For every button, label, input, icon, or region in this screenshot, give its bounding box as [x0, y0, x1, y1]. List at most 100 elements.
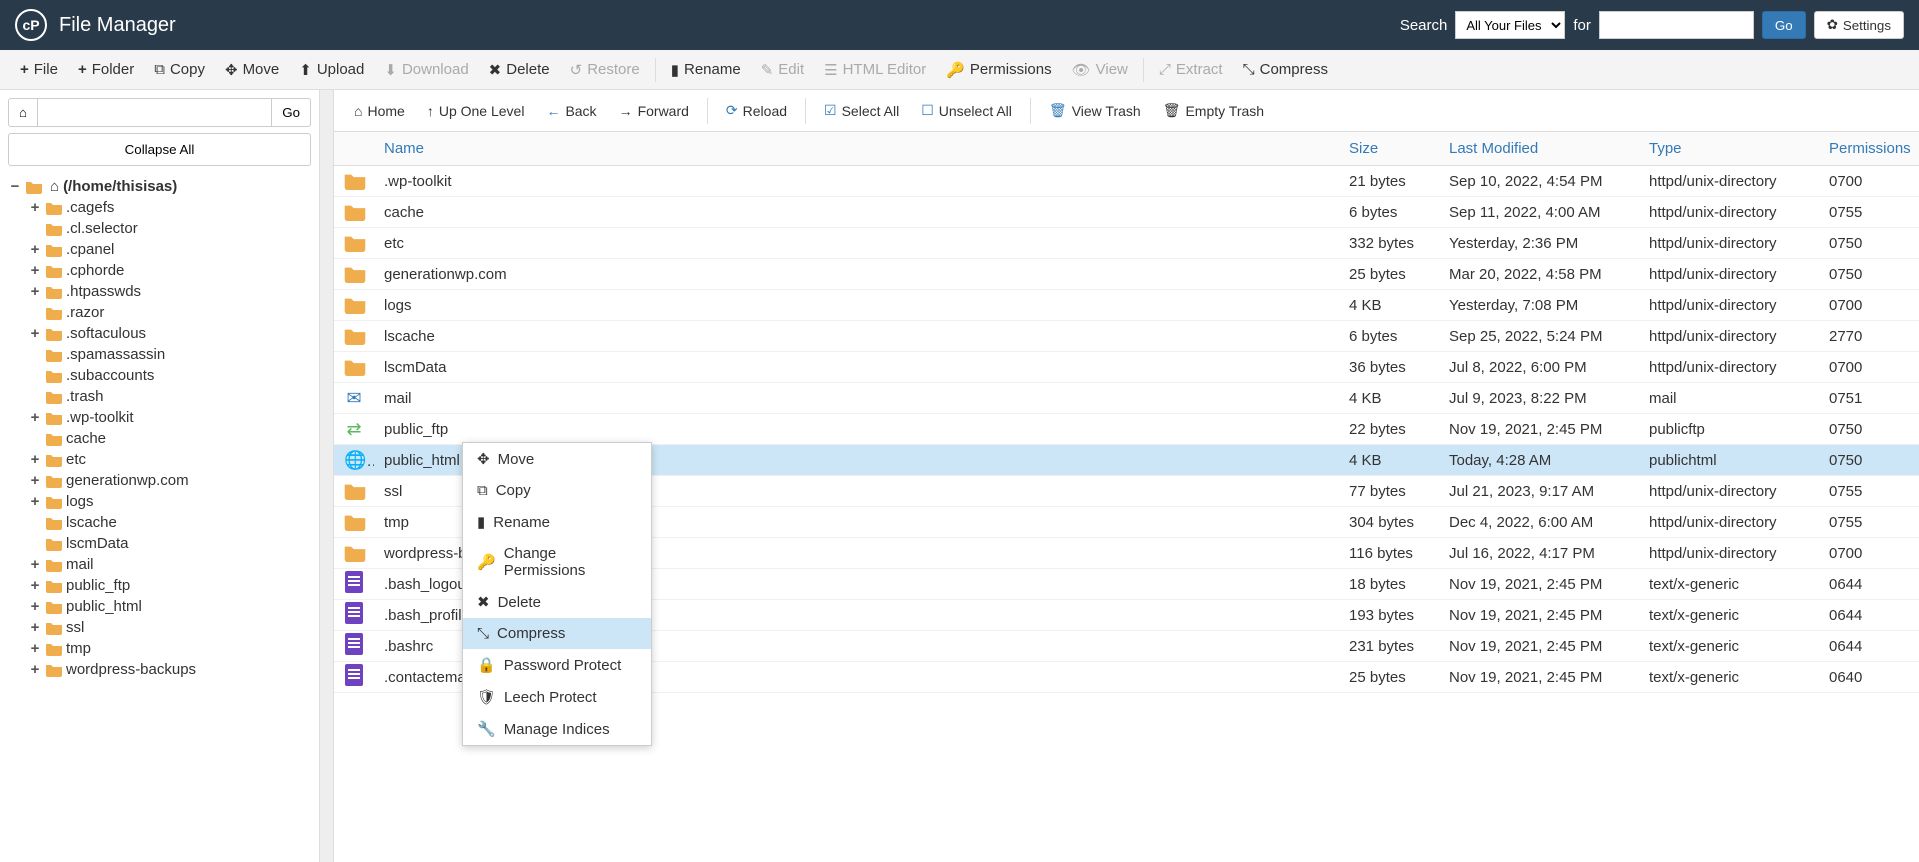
- expand-icon[interactable]: +: [28, 241, 42, 258]
- table-row[interactable]: ⇄public_ftp22 bytesNov 19, 2021, 2:45 PM…: [334, 414, 1919, 445]
- tree-node[interactable]: .trash: [28, 386, 311, 407]
- tree-node[interactable]: +ssl: [28, 617, 311, 638]
- nav-back-button[interactable]: ←Back: [536, 97, 606, 125]
- view-button[interactable]: 👁View: [1062, 56, 1138, 84]
- move-button[interactable]: ✥Move: [215, 56, 289, 84]
- tree-node[interactable]: +.cagefs: [28, 197, 311, 218]
- ctx-move[interactable]: ✥Move: [463, 443, 651, 475]
- tree-node[interactable]: +public_ftp: [28, 575, 311, 596]
- folder-icon: [46, 432, 62, 446]
- ctx-change-permissions[interactable]: 🔑Change Permissions: [463, 538, 651, 586]
- expand-icon[interactable]: +: [28, 451, 42, 468]
- search-input[interactable]: [1599, 11, 1754, 39]
- select-all-button[interactable]: ☑Select All: [814, 96, 909, 125]
- expand-icon[interactable]: +: [28, 661, 42, 678]
- expand-icon[interactable]: +: [28, 619, 42, 636]
- expand-icon[interactable]: +: [28, 199, 42, 216]
- download-button[interactable]: ⬇Download: [374, 56, 478, 84]
- edit-button[interactable]: ✎Edit: [751, 56, 814, 84]
- nav-up-button[interactable]: ↑Up One Level: [417, 97, 535, 125]
- restore-button[interactable]: ↺Restore: [560, 56, 650, 84]
- expand-icon[interactable]: +: [28, 493, 42, 510]
- ctx-copy[interactable]: ⧉Copy: [463, 475, 651, 506]
- table-row[interactable]: etc332 bytesYesterday, 2:36 PMhttpd/unix…: [334, 228, 1919, 259]
- file-modified: Jul 9, 2023, 8:22 PM: [1439, 386, 1639, 411]
- reload-button[interactable]: ⟳Reload: [716, 96, 797, 125]
- path-go-button[interactable]: Go: [271, 98, 311, 127]
- nav-forward-button[interactable]: →Forward: [609, 97, 699, 125]
- tree-node[interactable]: +public_html: [28, 596, 311, 617]
- tree-node[interactable]: +.htpasswds: [28, 281, 311, 302]
- tree-node[interactable]: +etc: [28, 449, 311, 470]
- col-permissions[interactable]: Permissions: [1819, 132, 1919, 165]
- new-file-button[interactable]: +File: [10, 56, 68, 83]
- nav-home-button[interactable]: ⌂Home: [344, 97, 415, 125]
- table-row[interactable]: cache6 bytesSep 11, 2022, 4:00 AMhttpd/u…: [334, 197, 1919, 228]
- expand-icon[interactable]: +: [28, 556, 42, 573]
- tree-node[interactable]: lscache: [28, 512, 311, 533]
- tree-node[interactable]: +tmp: [28, 638, 311, 659]
- ctx-leech-protect[interactable]: 🛡Leech Protect: [463, 681, 651, 713]
- view-trash-button[interactable]: 🗑View Trash: [1039, 96, 1151, 125]
- tree-node[interactable]: .spamassassin: [28, 344, 311, 365]
- tree-node[interactable]: +mail: [28, 554, 311, 575]
- tree-node[interactable]: .subaccounts: [28, 365, 311, 386]
- table-row[interactable]: generationwp.com25 bytesMar 20, 2022, 4:…: [334, 259, 1919, 290]
- expand-icon[interactable]: +: [28, 325, 42, 342]
- search-scope-select[interactable]: All Your Files: [1455, 11, 1565, 39]
- delete-button[interactable]: ✖Delete: [479, 56, 560, 84]
- settings-button[interactable]: ✿ Settings: [1814, 11, 1904, 39]
- tree-node[interactable]: lscmData: [28, 533, 311, 554]
- tree-node[interactable]: .cl.selector: [28, 218, 311, 239]
- empty-trash-button[interactable]: 🗑Empty Trash: [1153, 96, 1274, 125]
- tree-node[interactable]: +.cphorde: [28, 260, 311, 281]
- tree-node[interactable]: +generationwp.com: [28, 470, 311, 491]
- tree-node[interactable]: +.cpanel: [28, 239, 311, 260]
- expand-icon[interactable]: +: [28, 640, 42, 657]
- expand-icon[interactable]: +: [28, 409, 42, 426]
- ctx-rename[interactable]: ▮Rename: [463, 506, 651, 538]
- splitter[interactable]: [320, 90, 334, 862]
- expand-icon[interactable]: +: [28, 577, 42, 594]
- table-row[interactable]: ✉mail4 KBJul 9, 2023, 8:22 PMmail0751: [334, 383, 1919, 414]
- table-row[interactable]: lscache6 bytesSep 25, 2022, 5:24 PMhttpd…: [334, 321, 1919, 352]
- col-name[interactable]: Name: [374, 132, 1339, 165]
- table-row[interactable]: .wp-toolkit21 bytesSep 10, 2022, 4:54 PM…: [334, 166, 1919, 197]
- html-editor-button[interactable]: ☰HTML Editor: [814, 56, 936, 84]
- ctx-delete[interactable]: ✖Delete: [463, 586, 651, 618]
- collapse-icon[interactable]: −: [8, 178, 22, 195]
- expand-icon[interactable]: +: [28, 283, 42, 300]
- file-size: 4 KB: [1339, 448, 1439, 473]
- path-input[interactable]: [38, 98, 271, 127]
- search-go-button[interactable]: Go: [1762, 11, 1806, 39]
- table-row[interactable]: lscmData36 bytesJul 8, 2022, 6:00 PMhttp…: [334, 352, 1919, 383]
- ctx-manage-indices[interactable]: 🔧Manage Indices: [463, 713, 651, 745]
- tree-node[interactable]: +.wp-toolkit: [28, 407, 311, 428]
- col-size[interactable]: Size: [1339, 132, 1439, 165]
- upload-button[interactable]: ⬆Upload: [289, 56, 374, 84]
- tree-node[interactable]: .razor: [28, 302, 311, 323]
- home-path-button[interactable]: ⌂: [8, 98, 38, 127]
- expand-icon[interactable]: +: [28, 598, 42, 615]
- table-row[interactable]: logs4 KBYesterday, 7:08 PMhttpd/unix-dir…: [334, 290, 1919, 321]
- tree-node[interactable]: +wordpress-backups: [28, 659, 311, 680]
- rename-button[interactable]: ▮Rename: [661, 56, 751, 84]
- extract-button[interactable]: ⤢Extract: [1149, 56, 1233, 83]
- shield-icon: 🛡: [477, 688, 496, 706]
- ctx-compress[interactable]: ⤡Compress: [463, 618, 651, 649]
- expand-icon[interactable]: +: [28, 472, 42, 489]
- col-modified[interactable]: Last Modified: [1439, 132, 1639, 165]
- tree-node[interactable]: cache: [28, 428, 311, 449]
- tree-node[interactable]: +.softaculous: [28, 323, 311, 344]
- unselect-all-button[interactable]: ☐Unselect All: [911, 96, 1022, 125]
- copy-button[interactable]: ⧉Copy: [144, 56, 215, 83]
- expand-icon[interactable]: +: [28, 262, 42, 279]
- compress-button[interactable]: ⤡Compress: [1233, 56, 1338, 83]
- tree-node[interactable]: +logs: [28, 491, 311, 512]
- collapse-all-button[interactable]: Collapse All: [8, 133, 311, 166]
- new-folder-button[interactable]: +Folder: [68, 56, 144, 83]
- permissions-button[interactable]: 🔑Permissions: [936, 56, 1061, 84]
- tree-root[interactable]: − ⌂ (/home/thisisas): [8, 176, 311, 197]
- ctx-password-protect[interactable]: 🔒Password Protect: [463, 649, 651, 681]
- col-type[interactable]: Type: [1639, 132, 1819, 165]
